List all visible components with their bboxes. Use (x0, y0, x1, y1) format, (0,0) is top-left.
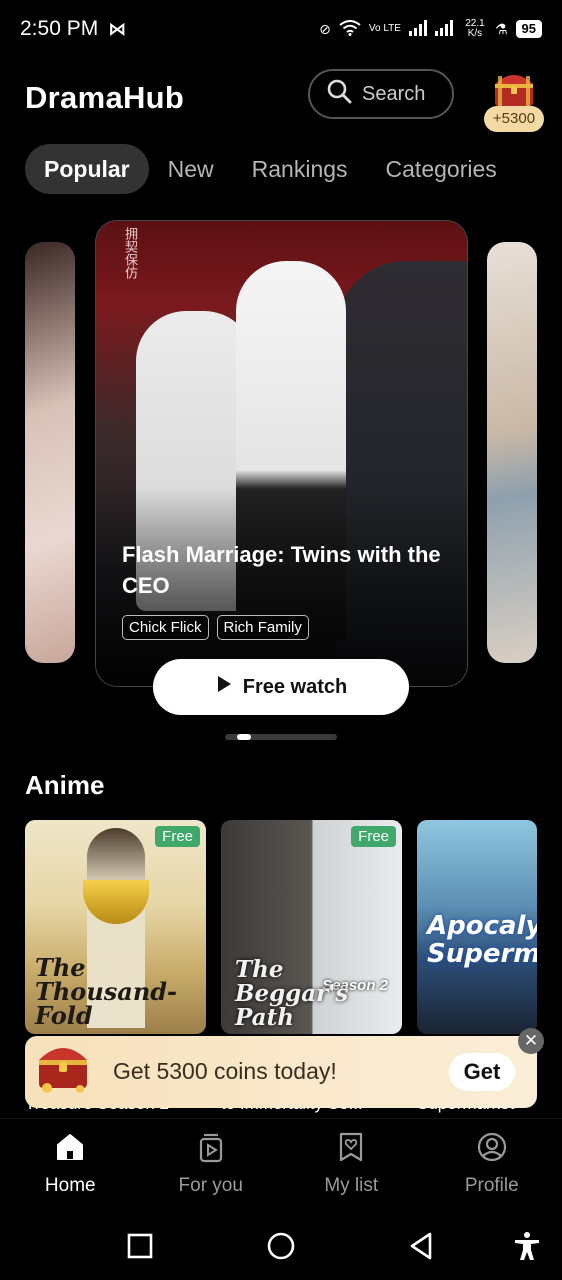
featured-carousel[interactable]: 拥契保仿 Flash Marriage: Twins with the CEO … (0, 218, 562, 718)
nav-home[interactable]: Home (0, 1119, 141, 1214)
free-watch-button[interactable]: Free watch (153, 659, 409, 715)
do-not-disturb-icon: ⊘ (319, 20, 331, 37)
network-label: Vo LTE (368, 23, 401, 34)
search-label: Search (362, 82, 426, 105)
cover-title: The Thousand-Fold (35, 953, 178, 1030)
anime-cover[interactable]: Season 2 The Beggar's Path Free (221, 820, 402, 1034)
anime-cover[interactable]: The Thousand-Fold Free (25, 820, 206, 1034)
system-navigation-bar (0, 1214, 562, 1280)
nav-label: For you (178, 1175, 243, 1196)
app-header: DramaHub Search +5300 (25, 66, 544, 132)
coins-chest-button[interactable]: +5300 (484, 70, 544, 132)
next-drama-card[interactable] (487, 242, 537, 663)
treasure-chest-icon (495, 75, 533, 106)
nav-label: Profile (464, 1175, 519, 1196)
status-icons: ⊘ Vo LTE 22.1 K/s ⚗ 95 (319, 19, 542, 39)
featured-drama-card[interactable]: 拥契保仿 Flash Marriage: Twins with the CEO … (95, 220, 468, 687)
search-icon (326, 78, 352, 110)
signal-icon (408, 19, 455, 39)
app-notification-icon: ⋈ (108, 18, 127, 39)
play-icon (215, 675, 233, 699)
net-speed: 22.1 K/s (465, 18, 485, 39)
free-watch-label: Free watch (242, 675, 348, 698)
nav-for-you[interactable]: For you (141, 1119, 282, 1214)
back-icon[interactable] (406, 1230, 438, 1262)
tab-categories[interactable]: Categories (367, 144, 516, 194)
poster-caption: 拥契保仿 (122, 227, 137, 279)
home-icon (57, 1134, 84, 1160)
recent-apps-icon[interactable] (124, 1230, 156, 1262)
featured-tags: Chick Flick Rich Family (122, 615, 309, 640)
coins-promo-banner[interactable]: Get 5300 coins today! Get ✕ (25, 1028, 544, 1108)
accessibility-icon[interactable] (511, 1230, 543, 1262)
cover-title: Apocaly Superma (427, 911, 537, 969)
battery-indicator: 95 (515, 20, 542, 38)
nav-profile[interactable]: Profile (422, 1119, 562, 1214)
bookmark-heart-icon (340, 1132, 363, 1162)
nav-label: My list (324, 1175, 379, 1196)
tab-new[interactable]: New (149, 144, 233, 194)
coins-badge: +5300 (484, 106, 544, 132)
free-badge: Free (351, 826, 396, 847)
promo-text: Get 5300 coins today! (113, 1058, 337, 1084)
previous-drama-card[interactable] (25, 242, 75, 663)
status-time: 2:50 PM (20, 17, 99, 40)
tab-popular[interactable]: Popular (25, 144, 149, 194)
close-icon[interactable]: ✕ (518, 1028, 544, 1054)
anime-cover[interactable]: Apocaly Superma (417, 820, 537, 1034)
genre-tag: Rich Family (216, 615, 309, 640)
nav-label: Home (44, 1175, 96, 1196)
bottom-navigation: Home For you My list Profile (0, 1118, 562, 1214)
section-title-anime: Anime (25, 770, 105, 800)
flask-icon: ⚗ (494, 20, 508, 37)
get-coins-button[interactable]: Get (449, 1053, 515, 1091)
genre-tag: Chick Flick (122, 615, 209, 640)
cover-title: The Beggar's Path (235, 956, 349, 1031)
app-title: DramaHub (25, 80, 185, 115)
home-circle-icon[interactable] (265, 1230, 297, 1262)
treasure-chest-icon (39, 1048, 87, 1093)
user-circle-icon (477, 1132, 506, 1162)
play-video-icon (199, 1133, 222, 1163)
nav-my-list[interactable]: My list (281, 1119, 422, 1214)
category-tabs: Popular New Rankings Categories (25, 144, 552, 194)
featured-title: Flash Marriage: Twins with the CEO (122, 542, 441, 598)
tab-rankings[interactable]: Rankings (233, 144, 367, 194)
free-badge: Free (155, 826, 200, 847)
wifi-icon (339, 19, 361, 39)
search-button[interactable]: Search (308, 69, 454, 119)
status-bar: 2:50 PM ⋈ ⊘ Vo LTE 22.1 K/s ⚗ 95 (0, 0, 562, 58)
carousel-indicator (225, 734, 337, 740)
